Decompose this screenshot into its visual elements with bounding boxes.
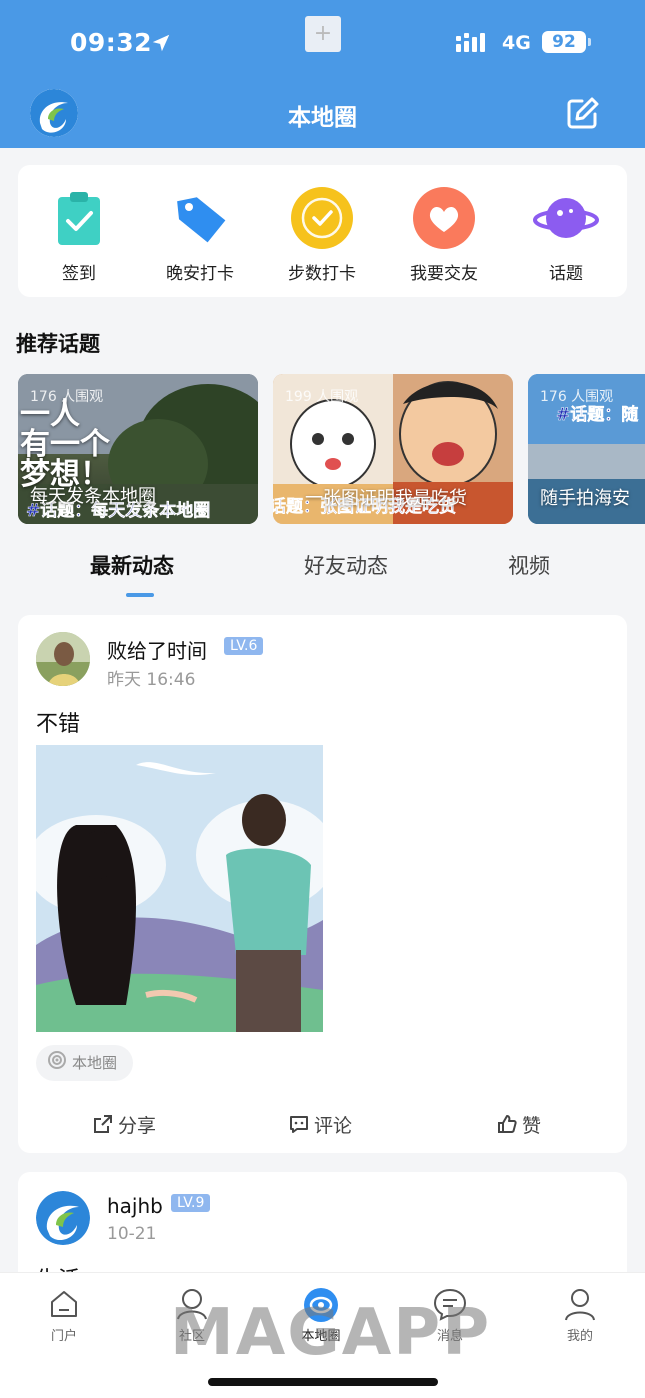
quick-action-label: 话题 — [549, 264, 583, 284]
nav-label: 我的 — [566, 1329, 593, 1344]
thumbs-up-icon — [496, 1115, 522, 1137]
nav-item-portal[interactable]: 门户 — [24, 1287, 104, 1344]
tab-friends[interactable]: 好友动态 — [304, 550, 388, 580]
topic-name: 随手拍海安 — [540, 488, 630, 509]
tab-latest[interactable]: 最新动态 — [90, 550, 174, 580]
topic-views: 176 人围观 — [30, 389, 104, 405]
target-icon — [48, 1046, 66, 1082]
topic-card[interactable]: 一人 有一个 梦想！ #话题：每天发条本地圈 176 人围观 每天发条本地圈 — [18, 374, 258, 524]
tab-video[interactable]: 视频 — [508, 550, 550, 580]
topic-views: 199 人围观 — [285, 389, 359, 405]
topic-name: 一张图证明我是吃货 — [305, 488, 467, 509]
nav-label: 门户 — [50, 1329, 77, 1344]
topic-card[interactable]: #话题：随 176 人围观 随手拍海安 — [528, 374, 645, 524]
comment-icon — [288, 1115, 314, 1137]
topic-name: 每天发条本地圈 — [30, 486, 156, 507]
share-button[interactable]: 分享 — [92, 1111, 156, 1138]
section-title-topics: 推荐话题 — [16, 332, 100, 356]
topic-overlay-text: 一人 有一个 梦想！ — [20, 397, 110, 492]
quick-action-label: 我要交友 — [410, 264, 478, 284]
like-label: 赞 — [522, 1115, 542, 1137]
level-badge: LV.6 — [224, 637, 264, 655]
comment-button[interactable]: 评论 — [288, 1111, 352, 1138]
quick-actions-panel: 签到 晚安打卡 步数打卡 我要交友 话题 — [18, 165, 627, 297]
quick-action-label: 晚安打卡 — [166, 264, 234, 284]
status-time: 09:32 — [70, 28, 153, 57]
quick-action-steps[interactable]: 步数打卡 — [267, 185, 377, 284]
signal-icon — [456, 32, 492, 58]
quick-action-label: 签到 — [62, 264, 96, 284]
quick-action-goodnight[interactable]: 晚安打卡 — [145, 185, 255, 284]
heart-icon — [411, 185, 477, 251]
post-username[interactable]: 败给了时间 — [107, 635, 207, 664]
tab-active-indicator — [126, 593, 154, 597]
post-card[interactable]: 败给了时间 LV.6 昨天 16:46 不错 本地圈 分享 评论 赞 — [18, 615, 627, 1153]
quick-action-topics[interactable]: 话题 — [511, 185, 621, 284]
comment-label: 评论 — [314, 1115, 353, 1137]
tag-icon — [167, 185, 233, 251]
location-tag[interactable]: 本地圈 — [36, 1045, 134, 1082]
avatar[interactable] — [36, 1191, 90, 1245]
quick-action-friends[interactable]: 我要交友 — [389, 185, 499, 284]
top-bar: 本地圈 — [0, 88, 645, 140]
app-header: 09:32 + 4G 92 本地圈 — [0, 0, 645, 148]
avatar[interactable] — [36, 632, 90, 686]
share-label: 分享 — [118, 1115, 157, 1137]
topic-card[interactable]: 话题：张图证明我是吃货 199 人围观 一张图证明我是吃货 — [273, 374, 513, 524]
level-badge: LV.9 — [171, 1194, 211, 1212]
post-text: 不错 — [36, 712, 81, 737]
like-button[interactable]: 赞 — [496, 1111, 541, 1138]
check-circle-icon — [289, 185, 355, 251]
location-arrow-icon — [150, 32, 172, 58]
battery-indicator: 92 — [542, 31, 591, 53]
watermark: MAGAPP — [170, 1296, 492, 1370]
compose-icon[interactable] — [562, 94, 602, 134]
share-icon — [92, 1115, 118, 1137]
network-type: 4G — [502, 32, 531, 54]
page-title: 本地圈 — [288, 105, 357, 131]
feed-tabs: 最新动态 好友动态 视频 — [0, 550, 645, 600]
post-image[interactable] — [36, 745, 323, 1032]
clipboard-check-icon — [46, 185, 112, 251]
nav-item-profile[interactable]: 我的 — [540, 1287, 620, 1344]
status-bar: 09:32 + 4G 92 — [0, 16, 645, 62]
quick-action-checkin[interactable]: 签到 — [24, 185, 134, 284]
topic-views: 176 人围观 — [540, 389, 614, 405]
quick-action-label: 步数打卡 — [288, 264, 356, 284]
post-time: 昨天 16:46 — [107, 670, 196, 690]
profile-icon — [540, 1287, 620, 1321]
planet-icon — [533, 185, 599, 251]
status-indicator-icon: + — [305, 16, 341, 52]
post-time: 10-21 — [107, 1224, 157, 1244]
location-tag-label: 本地圈 — [72, 1054, 118, 1072]
home-indicator[interactable] — [208, 1378, 438, 1386]
home-icon — [24, 1287, 104, 1321]
post-username[interactable]: hajhb — [107, 1194, 163, 1218]
